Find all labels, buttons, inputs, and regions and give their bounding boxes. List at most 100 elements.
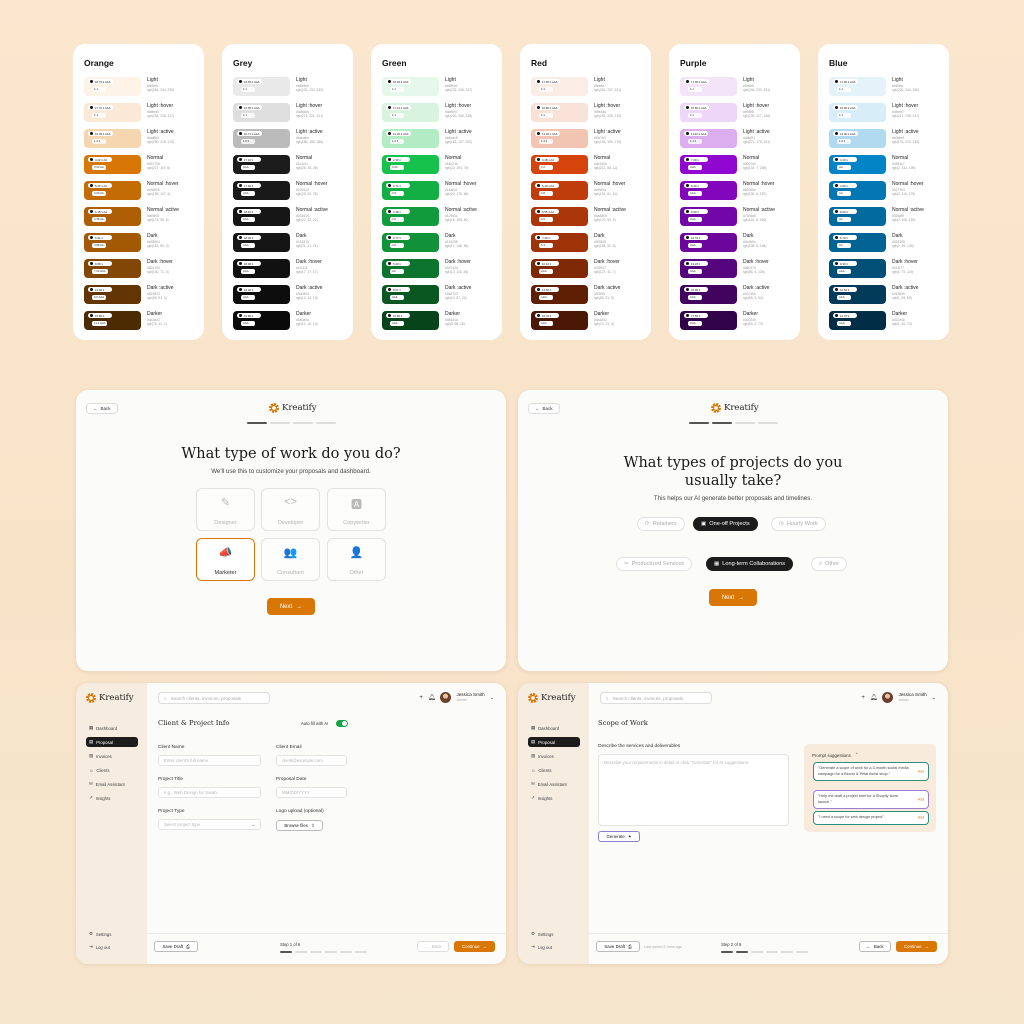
color-swatch[interactable]: 6.70:1 AA: [829, 233, 886, 252]
option-marketer[interactable]: 📣 Marketer: [196, 538, 255, 581]
project-title-field[interactable]: e.g., Web Design for Sarah: [158, 787, 261, 798]
avatar[interactable]: [440, 692, 452, 703]
continue-button[interactable]: Continue →: [896, 941, 937, 952]
color-swatch[interactable]: 9.90:1 AAA: [680, 207, 737, 226]
color-swatch[interactable]: 19.40:1 AAA: [233, 285, 290, 304]
prompt-suggestion[interactable]: "Help me draft a project brief for a Sho…: [813, 790, 929, 809]
color-swatch[interactable]: 5.23:1 AA: [382, 259, 439, 278]
color-swatch[interactable]: 13.60:1 9.6 AAA: [84, 285, 141, 304]
description-textarea[interactable]: Describe your requirements in detail or …: [598, 754, 789, 826]
sidebar-item-clients[interactable]: ☺ Clients: [86, 765, 138, 775]
back-button[interactable]: ← Back: [417, 941, 449, 952]
color-swatch[interactable]: 6.55:1 AA 4.6: [531, 207, 588, 226]
color-swatch[interactable]: 15.05:1 AAA 1.2:1: [84, 129, 141, 148]
color-swatch[interactable]: 4.48:1 AA 3.2: [531, 155, 588, 174]
color-swatch[interactable]: 13.30:1 AAA 1.3:1: [531, 129, 588, 148]
color-swatch[interactable]: 15.70:1 AAA: [531, 311, 588, 330]
color-swatch[interactable]: 18.10:1 AAA: [233, 207, 290, 226]
color-swatch[interactable]: 4.10:1 AA: [829, 155, 886, 174]
color-swatch[interactable]: 17.70:1 AAA 1:1: [84, 103, 141, 122]
plus-icon[interactable]: +: [419, 695, 423, 701]
color-swatch[interactable]: 7.20:1 AAA: [680, 155, 737, 174]
project-type-tag[interactable]: ✂ Productized Services: [616, 557, 693, 571]
color-swatch[interactable]: 18.20:1 AAA 1:1: [382, 77, 439, 96]
bell-icon[interactable]: 🔔︎: [870, 694, 878, 701]
continue-button[interactable]: Continue →: [454, 941, 495, 952]
sidebar-item-clients[interactable]: ☺ Clients: [528, 765, 580, 775]
color-swatch[interactable]: 10.10:1 AAA: [531, 259, 588, 278]
color-swatch[interactable]: 17.10:1 AAA 1:1: [382, 103, 439, 122]
project-type-tag[interactable]: ⟳ Retainers: [637, 517, 685, 531]
color-swatch[interactable]: 13.50:1 AAA: [531, 285, 588, 304]
color-swatch[interactable]: 16.90:1 AAA 1:1: [829, 103, 886, 122]
color-swatch[interactable]: 9.30:1 AAA: [829, 259, 886, 278]
plus-icon[interactable]: +: [861, 695, 865, 701]
add-suggestion-button[interactable]: Add: [918, 815, 924, 820]
color-swatch[interactable]: 11.90:1 AAA 1.4:1: [680, 129, 737, 148]
sidebar-item-log-out[interactable]: ⇥ Log out: [86, 942, 138, 952]
color-swatch[interactable]: 13.20:1 AAA: [680, 259, 737, 278]
prompt-suggestions-header[interactable]: Prompt suggestions ⌃: [812, 752, 859, 758]
color-swatch[interactable]: 15.05:1 AAA 1:1: [233, 103, 290, 122]
sidebar-item-invoices[interactable]: ▧ Invoices: [528, 751, 580, 761]
color-swatch[interactable]: 15.90:1 AAA: [680, 285, 737, 304]
color-swatch[interactable]: 14.20:1 AAA 1.2:1: [382, 129, 439, 148]
color-swatch[interactable]: 9.86:1 7.00 AAA: [84, 259, 141, 278]
prompt-suggestion[interactable]: "I need a scope for web design project" A…: [813, 811, 929, 825]
color-swatch[interactable]: 18.90:1 AAA: [233, 259, 290, 278]
proposal-date-field[interactable]: MM/DD/YYYY: [276, 787, 347, 798]
option-copywriter[interactable]: 🅰 Copywriter: [327, 488, 386, 531]
color-swatch[interactable]: 2.71:1 3.5: [382, 181, 439, 200]
option-consultant[interactable]: 👥 Consultant: [261, 538, 320, 581]
color-swatch[interactable]: 15.80:1 AAA 1:1: [680, 103, 737, 122]
search-input[interactable]: ⌕ Search clients, invoices, proposals: [600, 692, 712, 704]
back-button[interactable]: ← Back: [528, 403, 560, 414]
color-swatch[interactable]: 2.30:1 3.00: [382, 155, 439, 174]
sidebar-item-settings[interactable]: ⚙ Settings: [528, 929, 580, 939]
sidebar-item-invoices[interactable]: ▧ Invoices: [86, 751, 138, 761]
color-swatch[interactable]: 16.45:1 AAA 1:1: [233, 77, 290, 96]
color-swatch[interactable]: 17.60:1 AAA: [233, 181, 290, 200]
sidebar-item-email-assistant[interactable]: ✉ Email Assistant: [528, 779, 580, 789]
save-draft-button[interactable]: Save Draft ⎙: [154, 941, 198, 952]
project-type-select[interactable]: Select project type ⌄: [158, 819, 261, 830]
color-swatch[interactable]: 5.40:1 AA 3.8: [531, 181, 588, 200]
color-swatch[interactable]: 17.10:1 AAA: [233, 155, 290, 174]
color-swatch[interactable]: 4.90:1 AA: [829, 181, 886, 200]
color-swatch[interactable]: 17.90:1 AAA 1:1: [829, 77, 886, 96]
option-designer[interactable]: ✎ Designer: [196, 488, 255, 531]
option-other[interactable]: 👤 Other: [327, 538, 386, 581]
bell-icon[interactable]: 🔔︎: [428, 694, 436, 701]
project-type-tag[interactable]: ▣ One-off Projects: [693, 517, 758, 531]
prompt-suggestion[interactable]: "Generate a scope of work for a 3-month …: [813, 762, 929, 781]
back-button[interactable]: ← Back: [86, 403, 118, 414]
color-swatch[interactable]: 6.00:1 AA: [829, 207, 886, 226]
project-type-tag[interactable]: ▦ Long-term Collaborations: [706, 557, 794, 571]
sidebar-item-insights[interactable]: ↗ Insights: [528, 793, 580, 803]
color-swatch[interactable]: 19.80:1 AAA: [233, 311, 290, 330]
sidebar-item-email-assistant[interactable]: ✉ Email Assistant: [86, 779, 138, 789]
project-type-tag[interactable]: ⌕ Other: [811, 557, 848, 571]
client-email-field[interactable]: client@example.com: [276, 755, 347, 766]
color-swatch[interactable]: 18.79:1 AAA 1:1: [84, 77, 141, 96]
chevron-down-icon[interactable]: ⌄: [932, 695, 936, 701]
color-swatch[interactable]: 18.30:1 AAA: [233, 233, 290, 252]
color-swatch[interactable]: 14.00:1 AAA 1.2:1: [829, 129, 886, 148]
sidebar-item-insights[interactable]: ↗ Insights: [86, 793, 138, 803]
color-swatch[interactable]: 10.70:1 AAA: [680, 233, 737, 252]
color-swatch[interactable]: 10.71:1 AAA 1.5:1: [233, 129, 290, 148]
color-swatch[interactable]: 14.70:1 AAA: [829, 311, 886, 330]
color-swatch[interactable]: 4.22:1 AA 3.00 AA: [84, 155, 141, 174]
color-swatch[interactable]: 5.04:1 AA 3.60 AA: [84, 181, 141, 200]
color-swatch[interactable]: 17.90:1 AAA 1:1: [531, 77, 588, 96]
color-swatch[interactable]: 17.00:1 AAA 1:1: [680, 77, 737, 96]
color-swatch[interactable]: 7.30:1 5.1: [531, 233, 588, 252]
sidebar-item-log-out[interactable]: ⇥ Log out: [528, 942, 580, 952]
ai-toggle[interactable]: [336, 720, 348, 727]
color-swatch[interactable]: 16.80:1 AAA 1:1: [531, 103, 588, 122]
next-button[interactable]: Next →: [709, 589, 757, 606]
add-suggestion-button[interactable]: Add: [918, 797, 924, 802]
color-swatch[interactable]: 6.91:1 4.88 AA: [84, 233, 141, 252]
color-swatch[interactable]: 15.80:1 11.2 AAA: [84, 311, 141, 330]
color-swatch[interactable]: 17.50:1 AAA: [680, 311, 737, 330]
